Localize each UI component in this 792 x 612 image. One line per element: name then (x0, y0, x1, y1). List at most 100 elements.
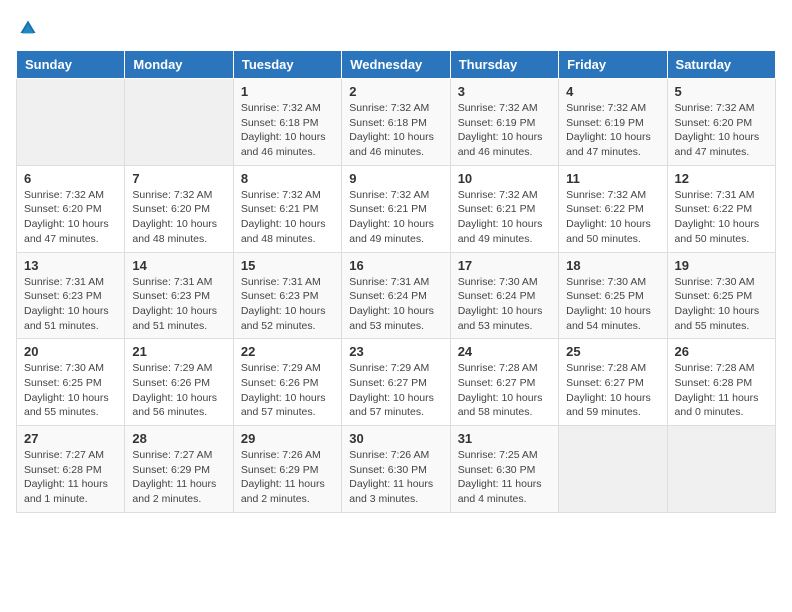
day-number: 5 (675, 84, 768, 99)
calendar-cell: 16 Sunrise: 7:31 AM Sunset: 6:24 PM Dayli… (342, 252, 450, 339)
day-number: 22 (241, 344, 334, 359)
day-info: Sunrise: 7:32 AM Sunset: 6:20 PM Dayligh… (675, 101, 768, 160)
calendar-cell: 26Sunrise: 7:28 AM Sunset: 6:28 PM Dayli… (667, 339, 775, 426)
calendar-cell: 24 Sunrise: 7:28 AM Sunset: 6:27 PM Dayli… (450, 339, 558, 426)
calendar-cell: 10Sunrise: 7:32 AM Sunset: 6:21 PM Dayli… (450, 165, 558, 252)
day-number: 11 (566, 171, 659, 186)
day-info: Sunrise: 7:31 AM Sunset: 6:23 PM Dayligh… (24, 275, 117, 334)
day-info: Sunrise: 7:30 AM Sunset: 6:25 PM Dayligh… (675, 275, 768, 334)
day-number: 26 (675, 344, 768, 359)
logo (16, 16, 38, 38)
calendar-cell: 29Sunrise: 7:26 AM Sunset: 6:29 PM Dayli… (233, 426, 341, 513)
calendar-cell: 30 Sunrise: 7:26 AM Sunset: 6:30 PM Dayli… (342, 426, 450, 513)
calendar-cell: 28 Sunrise: 7:27 AM Sunset: 6:29 PM Dayli… (125, 426, 233, 513)
day-header-friday: Friday (559, 51, 667, 79)
calendar-header: SundayMondayTuesdayWednesdayThursdayFrid… (17, 51, 776, 79)
day-info: Sunrise: 7:32 AM Sunset: 6:20 PM Dayligh… (24, 188, 117, 247)
day-info: Sunrise: 7:28 AM Sunset: 6:27 PM Dayligh… (566, 361, 659, 420)
calendar-cell: 21 Sunrise: 7:29 AM Sunset: 6:26 PM Dayli… (125, 339, 233, 426)
calendar-cell: 23Sunrise: 7:29 AM Sunset: 6:27 PM Dayli… (342, 339, 450, 426)
page-header (16, 16, 776, 38)
day-number: 4 (566, 84, 659, 99)
calendar-cell: 9 Sunrise: 7:32 AM Sunset: 6:21 PM Daylig… (342, 165, 450, 252)
calendar-cell: 14 Sunrise: 7:31 AM Sunset: 6:23 PM Dayli… (125, 252, 233, 339)
day-header-saturday: Saturday (667, 51, 775, 79)
day-header-monday: Monday (125, 51, 233, 79)
day-number: 1 (241, 84, 334, 99)
day-number: 18 (566, 258, 659, 273)
day-number: 25 (566, 344, 659, 359)
day-header-tuesday: Tuesday (233, 51, 341, 79)
calendar-cell (125, 79, 233, 166)
calendar-cell: 1 Sunrise: 7:32 AM Sunset: 6:18 PM Daylig… (233, 79, 341, 166)
calendar-cell: 8Sunrise: 7:32 AM Sunset: 6:21 PM Daylig… (233, 165, 341, 252)
day-number: 9 (349, 171, 442, 186)
calendar-body: 1 Sunrise: 7:32 AM Sunset: 6:18 PM Daylig… (17, 79, 776, 513)
day-info: Sunrise: 7:28 AM Sunset: 6:27 PM Dayligh… (458, 361, 551, 420)
day-info: Sunrise: 7:27 AM Sunset: 6:28 PM Dayligh… (24, 448, 117, 507)
days-of-week-row: SundayMondayTuesdayWednesdayThursdayFrid… (17, 51, 776, 79)
day-header-sunday: Sunday (17, 51, 125, 79)
calendar-cell: 27Sunrise: 7:27 AM Sunset: 6:28 PM Dayli… (17, 426, 125, 513)
day-number: 28 (132, 431, 225, 446)
day-number: 31 (458, 431, 551, 446)
day-info: Sunrise: 7:32 AM Sunset: 6:18 PM Dayligh… (349, 101, 442, 160)
calendar-cell (17, 79, 125, 166)
day-number: 30 (349, 431, 442, 446)
day-info: Sunrise: 7:30 AM Sunset: 6:25 PM Dayligh… (566, 275, 659, 334)
day-info: Sunrise: 7:29 AM Sunset: 6:27 PM Dayligh… (349, 361, 442, 420)
day-number: 16 (349, 258, 442, 273)
day-number: 10 (458, 171, 551, 186)
calendar-cell: 4Sunrise: 7:32 AM Sunset: 6:19 PM Daylig… (559, 79, 667, 166)
day-number: 13 (24, 258, 117, 273)
day-number: 2 (349, 84, 442, 99)
day-info: Sunrise: 7:31 AM Sunset: 6:24 PM Dayligh… (349, 275, 442, 334)
day-number: 24 (458, 344, 551, 359)
calendar-cell: 7 Sunrise: 7:32 AM Sunset: 6:20 PM Daylig… (125, 165, 233, 252)
logo-icon (18, 18, 38, 38)
calendar-cell (667, 426, 775, 513)
calendar-cell: 18 Sunrise: 7:30 AM Sunset: 6:25 PM Dayli… (559, 252, 667, 339)
day-info: Sunrise: 7:32 AM Sunset: 6:21 PM Dayligh… (241, 188, 334, 247)
calendar-cell (559, 426, 667, 513)
day-info: Sunrise: 7:31 AM Sunset: 6:23 PM Dayligh… (241, 275, 334, 334)
day-number: 12 (675, 171, 768, 186)
week-row-2: 6Sunrise: 7:32 AM Sunset: 6:20 PM Daylig… (17, 165, 776, 252)
calendar-cell: 31 Sunrise: 7:25 AM Sunset: 6:30 PM Dayli… (450, 426, 558, 513)
week-row-4: 20 Sunrise: 7:30 AM Sunset: 6:25 PM Dayli… (17, 339, 776, 426)
day-number: 7 (132, 171, 225, 186)
day-number: 14 (132, 258, 225, 273)
calendar-cell: 12Sunrise: 7:31 AM Sunset: 6:22 PM Dayli… (667, 165, 775, 252)
day-number: 3 (458, 84, 551, 99)
day-number: 20 (24, 344, 117, 359)
calendar-cell: 25 Sunrise: 7:28 AM Sunset: 6:27 PM Dayli… (559, 339, 667, 426)
day-number: 17 (458, 258, 551, 273)
day-number: 29 (241, 431, 334, 446)
day-info: Sunrise: 7:26 AM Sunset: 6:30 PM Dayligh… (349, 448, 442, 507)
calendar-cell: 6Sunrise: 7:32 AM Sunset: 6:20 PM Daylig… (17, 165, 125, 252)
day-number: 21 (132, 344, 225, 359)
day-info: Sunrise: 7:31 AM Sunset: 6:23 PM Dayligh… (132, 275, 225, 334)
calendar-cell: 3Sunrise: 7:32 AM Sunset: 6:19 PM Daylig… (450, 79, 558, 166)
calendar-cell: 13 Sunrise: 7:31 AM Sunset: 6:23 PM Dayli… (17, 252, 125, 339)
day-info: Sunrise: 7:32 AM Sunset: 6:21 PM Dayligh… (349, 188, 442, 247)
calendar-cell: 2 Sunrise: 7:32 AM Sunset: 6:18 PM Daylig… (342, 79, 450, 166)
day-header-thursday: Thursday (450, 51, 558, 79)
day-info: Sunrise: 7:25 AM Sunset: 6:30 PM Dayligh… (458, 448, 551, 507)
day-info: Sunrise: 7:30 AM Sunset: 6:24 PM Dayligh… (458, 275, 551, 334)
day-number: 19 (675, 258, 768, 273)
day-info: Sunrise: 7:32 AM Sunset: 6:20 PM Dayligh… (132, 188, 225, 247)
calendar-cell: 20 Sunrise: 7:30 AM Sunset: 6:25 PM Dayli… (17, 339, 125, 426)
calendar-cell: 19 Sunrise: 7:30 AM Sunset: 6:25 PM Dayli… (667, 252, 775, 339)
week-row-1: 1 Sunrise: 7:32 AM Sunset: 6:18 PM Daylig… (17, 79, 776, 166)
day-info: Sunrise: 7:30 AM Sunset: 6:25 PM Dayligh… (24, 361, 117, 420)
day-header-wednesday: Wednesday (342, 51, 450, 79)
day-info: Sunrise: 7:29 AM Sunset: 6:26 PM Dayligh… (241, 361, 334, 420)
calendar-cell: 15Sunrise: 7:31 AM Sunset: 6:23 PM Dayli… (233, 252, 341, 339)
day-info: Sunrise: 7:27 AM Sunset: 6:29 PM Dayligh… (132, 448, 225, 507)
day-info: Sunrise: 7:32 AM Sunset: 6:18 PM Dayligh… (241, 101, 334, 160)
week-row-3: 13 Sunrise: 7:31 AM Sunset: 6:23 PM Dayli… (17, 252, 776, 339)
calendar-cell: 5 Sunrise: 7:32 AM Sunset: 6:20 PM Daylig… (667, 79, 775, 166)
week-row-5: 27Sunrise: 7:27 AM Sunset: 6:28 PM Dayli… (17, 426, 776, 513)
day-info: Sunrise: 7:29 AM Sunset: 6:26 PM Dayligh… (132, 361, 225, 420)
